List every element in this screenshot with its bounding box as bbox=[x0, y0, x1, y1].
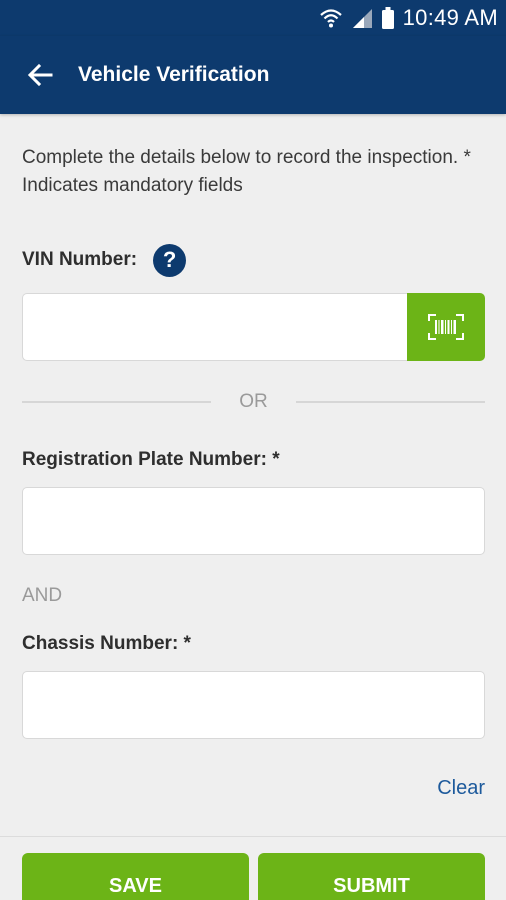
signal-icon bbox=[352, 9, 372, 28]
and-text: AND bbox=[22, 585, 63, 606]
app-bar: Vehicle Verification bbox=[0, 36, 506, 114]
or-text: OR bbox=[239, 391, 268, 412]
or-divider: OR bbox=[22, 387, 485, 417]
scan-barcode-button[interactable] bbox=[407, 293, 485, 361]
vin-input[interactable] bbox=[22, 293, 407, 361]
chassis-input[interactable] bbox=[22, 671, 485, 739]
vin-input-row bbox=[22, 293, 485, 361]
intro-text: Complete the details below to record the… bbox=[22, 147, 471, 196]
wifi-icon bbox=[319, 9, 342, 28]
vin-label-row: VIN Number: ? bbox=[22, 243, 484, 277]
back-button[interactable] bbox=[20, 55, 60, 95]
vin-label: VIN Number: bbox=[22, 249, 138, 270]
divider-line bbox=[295, 401, 485, 403]
chassis-label: Chassis Number: * bbox=[22, 633, 191, 654]
arrow-left-icon bbox=[27, 63, 53, 87]
form-content: Complete the details below to record the… bbox=[0, 114, 506, 800]
barcode-scan-icon bbox=[428, 314, 464, 340]
divider-line bbox=[22, 401, 212, 403]
registration-label: Registration Plate Number: * bbox=[22, 449, 280, 470]
status-bar: 10:49 AM bbox=[0, 0, 506, 36]
clear-link[interactable]: Clear bbox=[437, 777, 485, 799]
registration-input[interactable] bbox=[22, 487, 485, 555]
action-bar: SAVE SUBMIT bbox=[0, 836, 506, 900]
page-title: Vehicle Verification bbox=[78, 63, 270, 86]
status-time: 10:49 AM bbox=[402, 5, 498, 30]
help-icon[interactable]: ? bbox=[153, 243, 187, 277]
submit-button[interactable]: SUBMIT bbox=[258, 853, 485, 900]
clear-row: Clear bbox=[22, 777, 485, 800]
battery-icon bbox=[381, 7, 394, 29]
save-button[interactable]: SAVE bbox=[22, 853, 249, 900]
